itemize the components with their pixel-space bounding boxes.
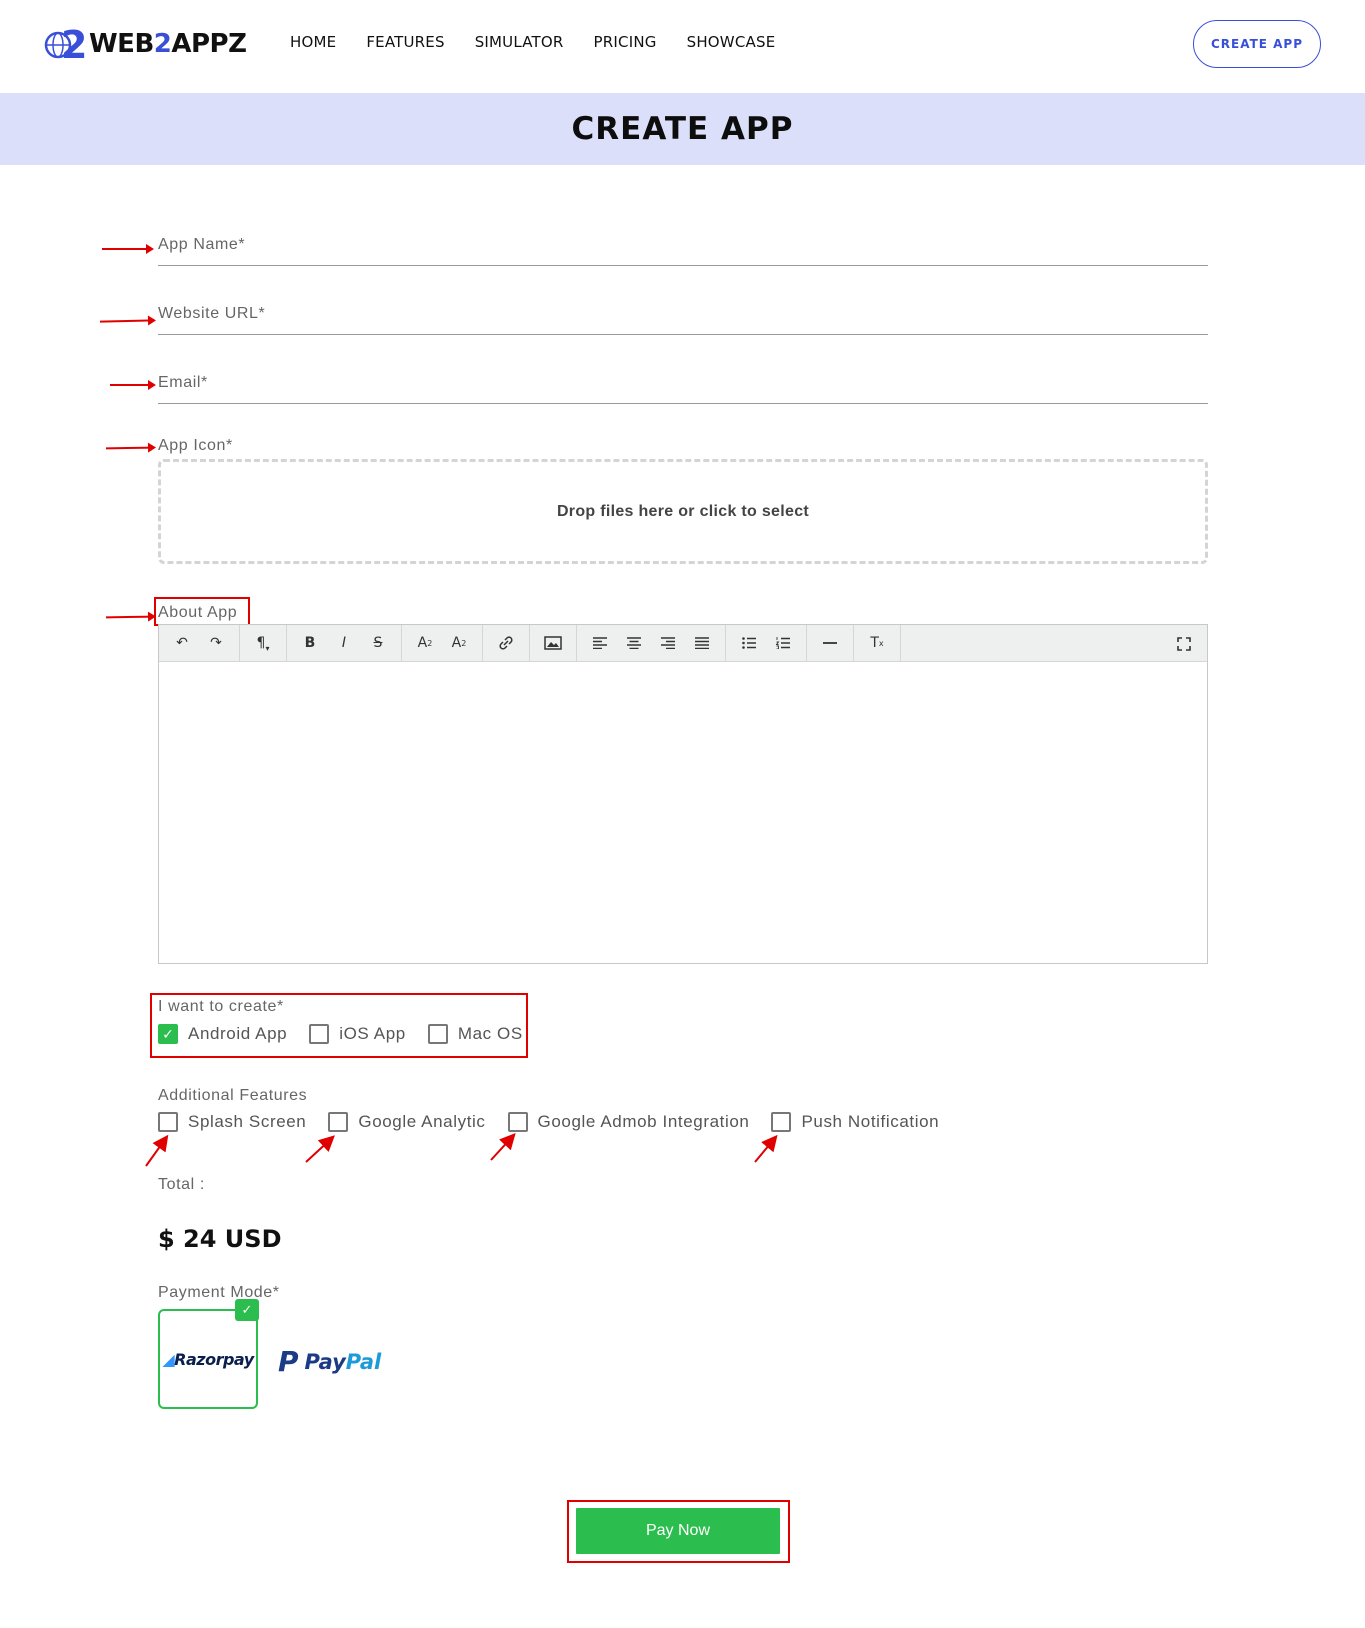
paypal-logo: PayPal — [304, 1349, 382, 1374]
selected-check-icon: ✓ — [235, 1299, 259, 1321]
total-label: Total : — [158, 1176, 205, 1193]
total-amount: $ 24 USD — [158, 1225, 282, 1253]
paypal-option[interactable]: P PayPal — [278, 1345, 381, 1378]
paypal-p-icon: P — [278, 1345, 299, 1378]
razorpay-logo: ◢Razorpay — [162, 1349, 254, 1369]
pay-now-button[interactable]: Pay Now — [576, 1508, 780, 1554]
payment-mode-label: Payment Mode* — [158, 1284, 280, 1301]
razorpay-option[interactable]: ✓ ◢Razorpay — [158, 1299, 259, 1409]
